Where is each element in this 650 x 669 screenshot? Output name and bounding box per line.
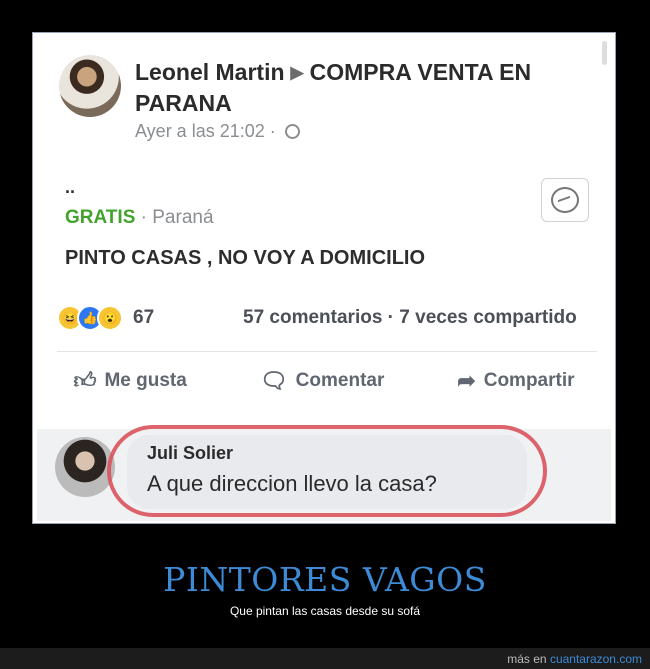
post-meta: Ayer a las 21:02 ·	[135, 121, 300, 142]
reactions-summary[interactable]: 😆 👍 😮 67	[57, 305, 154, 331]
screenshot-frame: Leonel Martin ▶ COMPRA VENTA EN PARANA Aye…	[32, 32, 616, 524]
highlight-circle	[107, 425, 547, 517]
author-name[interactable]: Leonel Martin	[135, 59, 285, 85]
footer-prefix: más en	[507, 652, 547, 666]
reaction-count: 67	[133, 307, 155, 328]
share-label: Compartir	[483, 369, 575, 391]
post-header: Leonel Martin ▶ COMPRA VENTA EN PARANA	[135, 57, 595, 118]
messenger-icon	[551, 187, 579, 213]
footer-site-link[interactable]: cuantarazon.com	[550, 652, 642, 666]
footer-bar: más en cuantarazon.com	[0, 648, 650, 669]
scrollbar[interactable]	[602, 41, 607, 65]
comment-label: Comentar	[295, 369, 385, 391]
like-label: Me gusta	[104, 369, 187, 391]
comment-section: Juli Solier A que direccion llevo la cas…	[37, 425, 611, 521]
listing-price: GRATIS · Paraná	[65, 207, 214, 229]
commenter-avatar[interactable]	[55, 437, 115, 497]
divider	[57, 351, 597, 352]
comment-button[interactable]: 🗨 Comentar	[260, 367, 385, 394]
globe-icon	[284, 124, 300, 139]
post-dots: ..	[65, 177, 76, 197]
footer-text: más en cuantarazon.com	[507, 652, 642, 666]
speech-bubble-icon: 🗨	[259, 367, 288, 393]
arrow-right-icon: ▶	[290, 63, 304, 82]
post-stats[interactable]: 57 comentarios · 7 veces compartido	[243, 307, 577, 329]
post-actions: 👍︎ Me gusta 🗨 Comentar ➦ Compartir	[37, 367, 611, 394]
messenger-button[interactable]	[541, 178, 589, 222]
like-button[interactable]: 👍︎ Me gusta	[73, 367, 186, 394]
post-body: PINTO CASAS , NO VOY A DOMICILIO	[65, 247, 426, 269]
author-avatar[interactable]	[59, 55, 121, 117]
listing-location: · Paraná	[140, 207, 214, 228]
share-button[interactable]: ➦ Compartir	[457, 367, 574, 394]
caption-subtitle: Que pintan las casas desde su sofá	[229, 604, 421, 618]
share-arrow-icon: ➦	[457, 367, 476, 393]
facebook-post: Leonel Martin ▶ COMPRA VENTA EN PARANA Aye…	[37, 37, 611, 521]
post-time[interactable]: Ayer a las 21:02 ·	[135, 121, 276, 141]
price-label: GRATIS	[65, 207, 136, 228]
caption-title: PINTORES VAGOS	[163, 560, 487, 599]
thumbs-up-icon: 👍︎	[73, 368, 97, 393]
wow-reaction-icon: 😮	[97, 305, 123, 331]
